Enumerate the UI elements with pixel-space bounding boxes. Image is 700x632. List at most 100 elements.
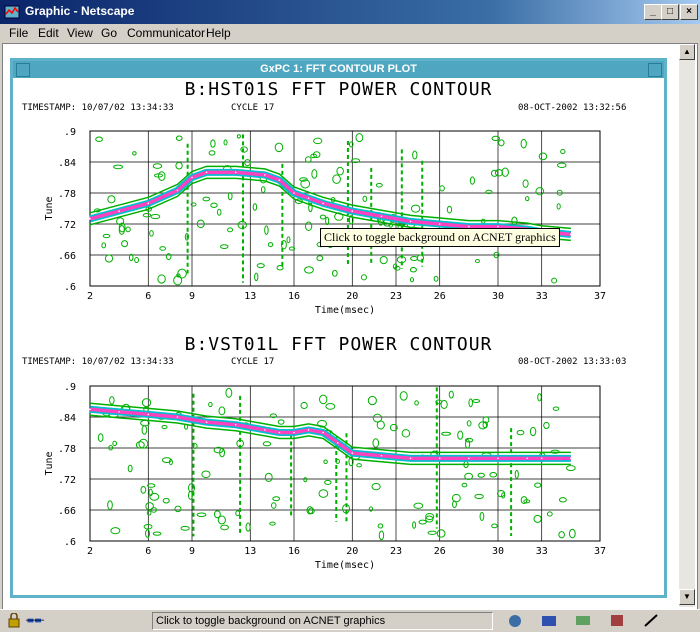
noise-contour xyxy=(522,179,529,188)
x-tick-label: 26 xyxy=(434,546,446,557)
address-book-icon[interactable] xyxy=(608,613,626,628)
menu-bar: File Edit View Go Communicator Help xyxy=(0,24,700,43)
connection-plug-icon[interactable] xyxy=(26,613,44,628)
gxpc-title: GxPC 1: FFT CONTOUR PLOT xyxy=(260,63,417,75)
noise-contour xyxy=(150,214,161,220)
menu-go[interactable]: Go xyxy=(101,26,117,40)
x-tick-label: 16 xyxy=(288,291,300,302)
menu-file[interactable]: File xyxy=(9,26,28,40)
scroll-down-button[interactable]: ▼ xyxy=(679,589,695,605)
maximize-button[interactable]: □ xyxy=(661,4,679,20)
noise-contour xyxy=(378,530,385,541)
noise-contour xyxy=(551,277,558,284)
noise-contour xyxy=(145,529,151,538)
plot2-chart[interactable]: 2 6 9 13 16 20 23 26 30 33 37.6.66.72.78.84.9Time(… xyxy=(13,371,664,576)
noise-contour xyxy=(305,221,313,231)
scroll-up-button[interactable]: ▲ xyxy=(679,44,695,60)
data-point xyxy=(570,233,572,236)
menu-help[interactable]: Help xyxy=(206,26,231,40)
noise-contour xyxy=(252,203,258,211)
noise-contour xyxy=(303,477,308,483)
noise-contour xyxy=(95,136,103,143)
data-point xyxy=(234,423,237,426)
noise-contour xyxy=(520,138,527,149)
composer-icon[interactable] xyxy=(642,613,660,628)
noise-contour xyxy=(543,421,550,430)
menu-edit[interactable]: Edit xyxy=(38,26,59,40)
plot2-title: B:VST01L FFT POWER CONTOUR xyxy=(184,334,493,355)
noise-contour xyxy=(107,500,113,510)
noise-contour xyxy=(324,479,332,485)
noise-contour xyxy=(558,531,565,539)
y-tick-label: .66 xyxy=(58,251,76,262)
minimize-button[interactable]: _ xyxy=(644,4,662,20)
noise-contour xyxy=(368,506,374,512)
noise-contour xyxy=(323,459,328,465)
window-titlebar[interactable]: Graphic - Netscape _ □ × xyxy=(0,0,700,24)
noise-contour xyxy=(236,134,241,139)
noise-contour xyxy=(196,512,207,518)
noise-contour xyxy=(464,472,474,481)
data-point xyxy=(351,452,354,454)
mailbox-icon[interactable] xyxy=(540,613,558,628)
noise-contour xyxy=(469,176,475,185)
close-button[interactable]: × xyxy=(680,4,698,20)
noise-contour xyxy=(552,406,560,411)
noise-contour xyxy=(142,213,152,218)
x-tick-label: 20 xyxy=(346,546,358,557)
x-tick-label: 9 xyxy=(189,546,195,557)
vertical-scrollbar[interactable]: ▲ ▼ xyxy=(679,44,695,607)
noise-contour xyxy=(235,510,241,517)
noise-contour xyxy=(270,502,277,509)
navigator-icon[interactable] xyxy=(506,613,524,628)
noise-contour xyxy=(175,161,183,170)
noise-contour xyxy=(149,492,160,501)
data-point xyxy=(336,442,339,444)
gxpc-titlebar[interactable]: GxPC 1: FFT CONTOUR PLOT xyxy=(13,61,664,78)
noise-contour xyxy=(401,429,411,438)
noise-contour xyxy=(267,242,274,248)
menu-communicator[interactable]: Communicator xyxy=(127,26,205,40)
noise-contour xyxy=(489,471,498,478)
x-tick-label: 33 xyxy=(536,291,548,302)
noise-contour xyxy=(162,497,170,504)
y-tick-label: .78 xyxy=(58,444,76,455)
y-axis-label: Tune xyxy=(44,451,55,475)
data-point xyxy=(322,202,324,205)
plot1-chart[interactable]: 2 6 9 13 16 20 23 26 30 33 37.6.66.72.78.84.9Time(… xyxy=(13,116,664,321)
noise-contour xyxy=(414,400,419,406)
noise-contour xyxy=(121,240,129,248)
security-lock-icon[interactable] xyxy=(6,613,24,628)
x-axis-label: Time(msec) xyxy=(315,305,375,316)
noise-contour xyxy=(371,482,381,491)
noise-contour xyxy=(501,492,506,499)
noise-contour xyxy=(568,528,576,539)
noise-contour xyxy=(436,529,446,538)
noise-contour xyxy=(535,187,545,196)
x-tick-label: 37 xyxy=(594,546,606,557)
x-tick-label: 23 xyxy=(390,546,402,557)
noise-contour xyxy=(304,156,312,163)
noise-contour xyxy=(220,244,229,249)
data-point xyxy=(497,457,499,460)
noise-contour xyxy=(125,226,131,233)
noise-contour xyxy=(227,192,233,201)
data-point xyxy=(438,457,441,460)
menu-view[interactable]: View xyxy=(67,26,93,40)
noise-contour xyxy=(240,146,248,153)
gxpc-menu-button[interactable] xyxy=(16,63,30,77)
noise-contour xyxy=(511,216,518,226)
discussion-icon[interactable] xyxy=(574,613,592,628)
y-tick-label: .72 xyxy=(58,475,76,486)
noise-contour xyxy=(109,396,115,405)
gxpc-resize-button[interactable] xyxy=(648,63,662,77)
x-tick-label: 20 xyxy=(346,291,358,302)
netscape-app-icon xyxy=(4,5,20,19)
y-axis-label: Tune xyxy=(44,196,55,220)
x-tick-label: 2 xyxy=(87,291,93,302)
noise-contour xyxy=(474,493,484,500)
noise-contour xyxy=(479,511,485,521)
noise-contour xyxy=(474,259,480,264)
gxpc-window: GxPC 1: FFT CONTOUR PLOT B:HST01S FFT PO… xyxy=(10,58,667,598)
noise-contour xyxy=(494,168,503,177)
